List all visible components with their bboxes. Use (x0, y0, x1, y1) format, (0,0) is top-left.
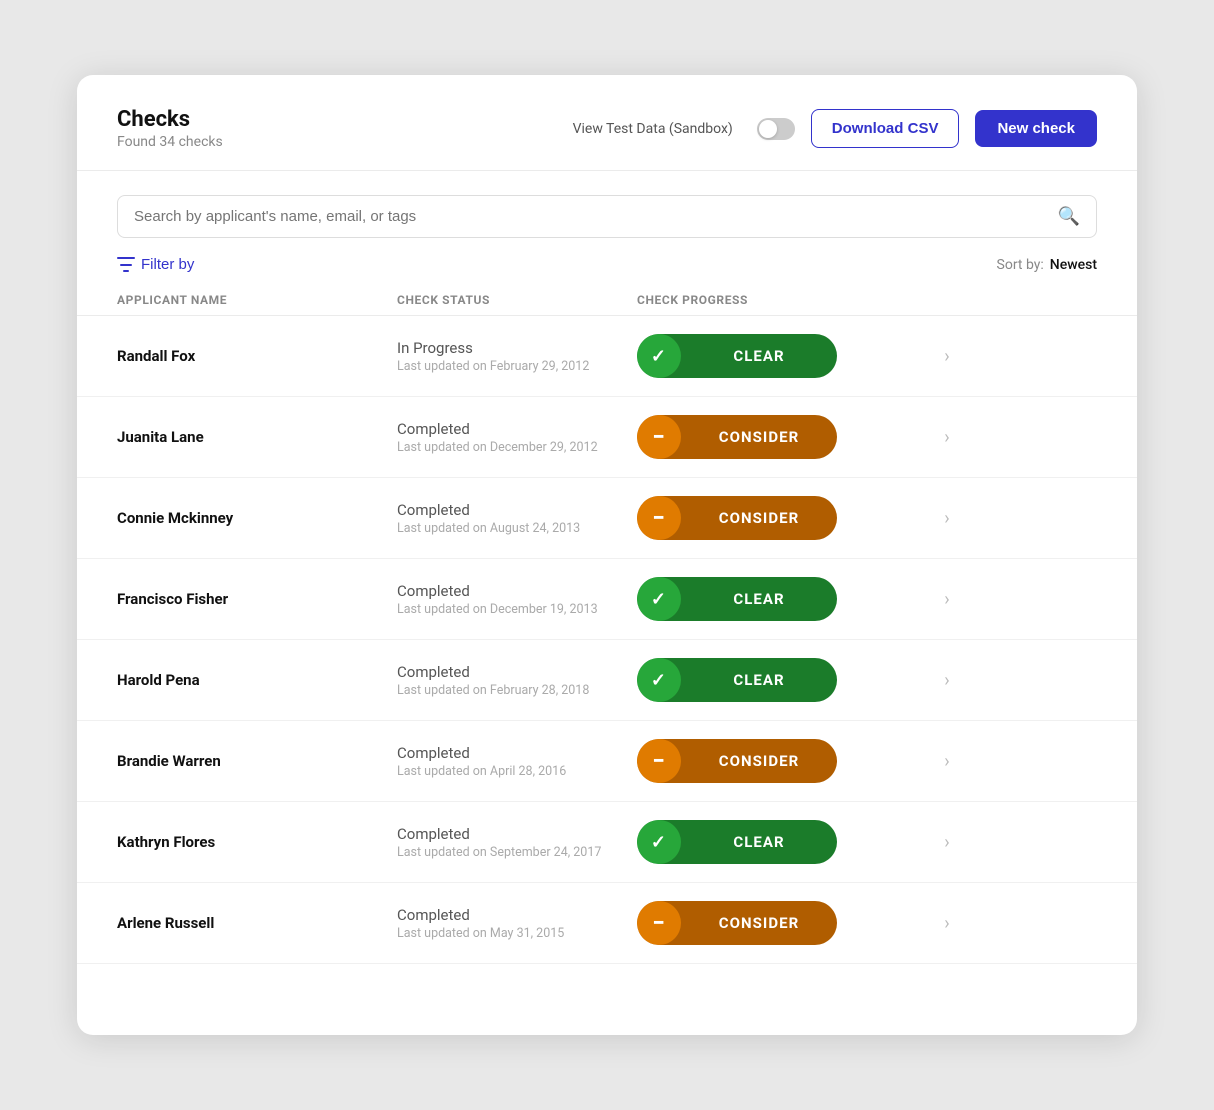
applicant-name: Francisco Fisher (117, 590, 397, 608)
table-header: APPLICANT NAME CHECK STATUS CHECK PROGRE… (77, 285, 1137, 316)
table-row[interactable]: Randall Fox In Progress Last updated on … (77, 316, 1137, 397)
col-applicant: APPLICANT NAME (117, 293, 397, 307)
check-status: Completed Last updated on May 31, 2015 (397, 906, 637, 941)
check-progress-badge: ✓ CLEAR (637, 820, 917, 864)
check-progress-badge: − CONSIDER (637, 739, 917, 783)
check-progress-badge: − CONSIDER (637, 415, 917, 459)
clear-check-icon: ✓ (637, 577, 681, 621)
table-row[interactable]: Brandie Warren Completed Last updated on… (77, 721, 1137, 802)
badge-label: CONSIDER (681, 509, 837, 527)
sandbox-toggle[interactable] (757, 118, 795, 140)
check-progress-badge: − CONSIDER (637, 496, 917, 540)
check-progress-badge: − CONSIDER (637, 901, 917, 945)
filter-by-button[interactable]: Filter by (117, 256, 194, 273)
badge-label: CONSIDER (681, 428, 837, 446)
page-title: Checks (117, 107, 223, 132)
filter-by-label: Filter by (141, 256, 194, 273)
table-row[interactable]: Juanita Lane Completed Last updated on D… (77, 397, 1137, 478)
main-card: Checks Found 34 checks View Test Data (S… (77, 75, 1137, 1035)
check-status: In Progress Last updated on February 29,… (397, 339, 637, 374)
check-status: Completed Last updated on December 29, 2… (397, 420, 637, 455)
table-row[interactable]: Harold Pena Completed Last updated on Fe… (77, 640, 1137, 721)
sort-label: Sort by: (997, 257, 1044, 273)
sandbox-label: View Test Data (Sandbox) (573, 121, 733, 137)
badge-label: CLEAR (681, 671, 837, 689)
row-chevron[interactable]: › (944, 427, 949, 448)
applicant-name: Arlene Russell (117, 914, 397, 932)
col-status: CHECK STATUS (397, 293, 637, 307)
search-input[interactable] (134, 208, 1058, 225)
row-chevron[interactable]: › (944, 913, 949, 934)
applicant-name: Harold Pena (117, 671, 397, 689)
sort-value: Newest (1050, 257, 1097, 273)
header-right: View Test Data (Sandbox) Download CSV Ne… (573, 109, 1097, 148)
badge-label: CLEAR (681, 347, 837, 365)
table-body: Randall Fox In Progress Last updated on … (77, 316, 1137, 964)
check-status: Completed Last updated on February 28, 2… (397, 663, 637, 698)
header: Checks Found 34 checks View Test Data (S… (77, 75, 1137, 171)
applicant-name: Randall Fox (117, 347, 397, 365)
applicant-name: Kathryn Flores (117, 833, 397, 851)
clear-check-icon: ✓ (637, 658, 681, 702)
col-progress: CHECK PROGRESS (637, 293, 917, 307)
applicant-name: Brandie Warren (117, 752, 397, 770)
new-check-button[interactable]: New check (975, 110, 1097, 147)
download-csv-button[interactable]: Download CSV (811, 109, 960, 148)
check-status: Completed Last updated on August 24, 201… (397, 501, 637, 536)
table-row[interactable]: Kathryn Flores Completed Last updated on… (77, 802, 1137, 883)
badge-label: CLEAR (681, 590, 837, 608)
check-progress-badge: ✓ CLEAR (637, 577, 917, 621)
sort-row: Sort by: Newest (997, 257, 1097, 273)
row-chevron[interactable]: › (944, 346, 949, 367)
consider-dash-icon: − (637, 739, 681, 783)
filter-sort-row: Filter by Sort by: Newest (77, 246, 1137, 277)
consider-dash-icon: − (637, 415, 681, 459)
applicant-name: Juanita Lane (117, 428, 397, 446)
table-row[interactable]: Connie Mckinney Completed Last updated o… (77, 478, 1137, 559)
applicant-name: Connie Mckinney (117, 509, 397, 527)
check-status: Completed Last updated on September 24, … (397, 825, 637, 860)
check-status: Completed Last updated on April 28, 2016 (397, 744, 637, 779)
row-chevron[interactable]: › (944, 589, 949, 610)
search-bar-wrap: 🔍 (77, 171, 1137, 246)
clear-check-icon: ✓ (637, 820, 681, 864)
check-progress-badge: ✓ CLEAR (637, 334, 917, 378)
badge-label: CONSIDER (681, 752, 837, 770)
row-chevron[interactable]: › (944, 751, 949, 772)
clear-check-icon: ✓ (637, 334, 681, 378)
search-bar: 🔍 (117, 195, 1097, 238)
consider-dash-icon: − (637, 496, 681, 540)
table-row[interactable]: Francisco Fisher Completed Last updated … (77, 559, 1137, 640)
header-left: Checks Found 34 checks (117, 107, 223, 150)
check-progress-badge: ✓ CLEAR (637, 658, 917, 702)
table-row[interactable]: Arlene Russell Completed Last updated on… (77, 883, 1137, 964)
consider-dash-icon: − (637, 901, 681, 945)
filter-icon (117, 257, 135, 273)
row-chevron[interactable]: › (944, 832, 949, 853)
check-status: Completed Last updated on December 19, 2… (397, 582, 637, 617)
badge-label: CLEAR (681, 833, 837, 851)
badge-label: CONSIDER (681, 914, 837, 932)
row-chevron[interactable]: › (944, 508, 949, 529)
search-icon: 🔍 (1058, 206, 1080, 227)
checks-count: Found 34 checks (117, 134, 223, 150)
row-chevron[interactable]: › (944, 670, 949, 691)
